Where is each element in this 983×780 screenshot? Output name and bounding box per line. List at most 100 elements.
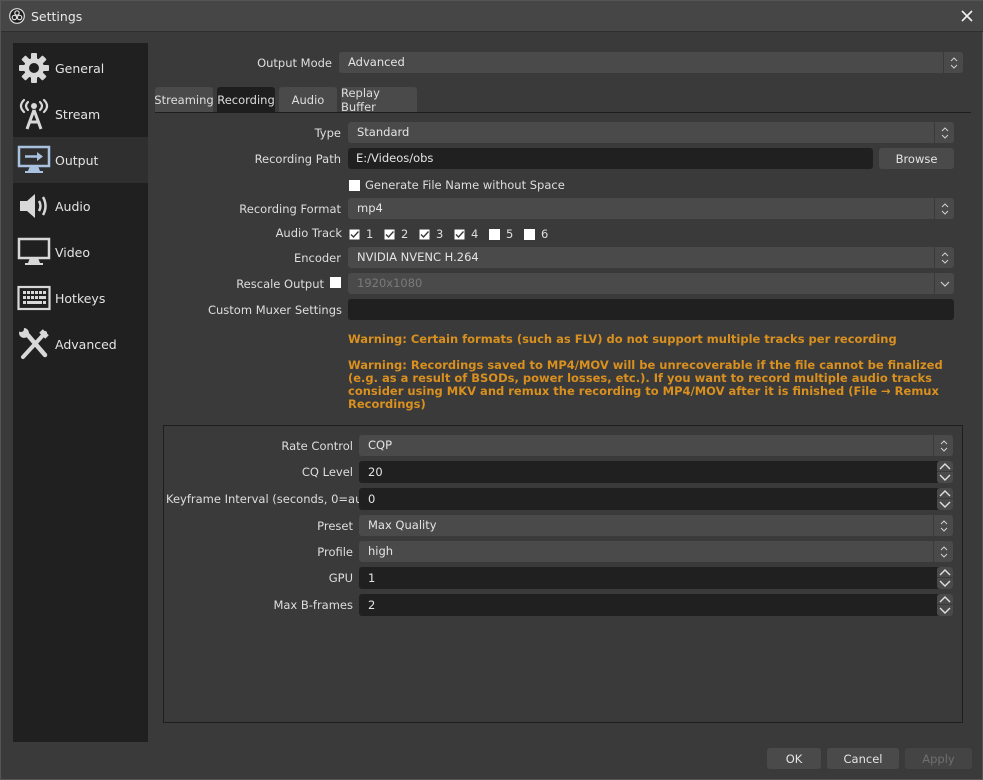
- checkbox-box[interactable]: [349, 179, 360, 191]
- browse-button[interactable]: Browse: [879, 148, 954, 169]
- type-value: Standard: [357, 125, 410, 139]
- updown-arrow-icon: [933, 515, 953, 536]
- sidebar-item-label: Advanced: [55, 336, 117, 352]
- tab-label: Replay Buffer: [341, 85, 380, 114]
- tab-label: Streaming: [154, 92, 214, 107]
- ok-button[interactable]: OK: [767, 748, 821, 769]
- cq-level-value: 20: [368, 465, 383, 479]
- type-label: Type: [314, 126, 341, 140]
- encoder-value: NVIDIA NVENC H.264: [357, 250, 479, 264]
- checkmark-icon: [349, 229, 360, 239]
- sidebar-item-stream[interactable]: Stream: [13, 91, 148, 137]
- checkbox-checked[interactable]: [349, 229, 360, 240]
- sidebar-item-output[interactable]: Output: [13, 137, 148, 183]
- apply-button[interactable]: Apply: [905, 748, 972, 769]
- checkbox-unchecked[interactable]: [524, 228, 535, 240]
- gpu-label: GPU: [328, 571, 353, 585]
- gpu-spinbox[interactable]: 1: [359, 567, 953, 589]
- checkbox-checked[interactable]: [384, 229, 395, 240]
- rate-control-select[interactable]: CQP: [359, 435, 953, 456]
- increment-button[interactable]: [937, 461, 953, 472]
- cq-level-spinbox[interactable]: 20: [359, 461, 953, 483]
- track-number: 1: [366, 227, 374, 241]
- track-number: 5: [506, 227, 514, 241]
- recording-format-select[interactable]: mp4: [348, 198, 954, 219]
- checkbox-label: Generate File Name without Space: [365, 178, 565, 192]
- custom-muxer-label: Custom Muxer Settings: [207, 303, 342, 317]
- sidebar-item-audio[interactable]: Audio: [13, 183, 148, 229]
- monitor-arrow-icon: [16, 142, 52, 178]
- sidebar-item-general[interactable]: General: [13, 45, 148, 91]
- increment-button[interactable]: [937, 567, 953, 578]
- audio-track-checkbox[interactable]: 2: [384, 227, 408, 241]
- recording-path-input[interactable]: E:/Videos/obs: [348, 148, 873, 169]
- output-mode-label: Output Mode: [257, 56, 332, 70]
- sidebar-item-label: Output: [55, 152, 99, 168]
- cq-level-label: CQ Level: [301, 465, 353, 479]
- sidebar: General Stream Output Audio Video Hotkey…: [13, 43, 148, 742]
- tab-streaming[interactable]: Streaming: [154, 87, 214, 112]
- rescale-output-checkbox[interactable]: [330, 277, 341, 288]
- profile-select[interactable]: high: [359, 541, 953, 562]
- audio-track-checkbox[interactable]: 4: [454, 227, 478, 241]
- audio-track-label: Audio Track: [275, 226, 342, 240]
- title-bar: Settings: [1, 1, 983, 32]
- updown-arrow-icon: [934, 198, 954, 219]
- checkmark-icon: [454, 229, 465, 239]
- recording-format-label: Recording Format: [239, 202, 341, 216]
- keyframe-interval-value: 0: [368, 492, 376, 506]
- tab-recording[interactable]: Recording: [217, 87, 275, 112]
- keyboard-icon: [16, 280, 52, 316]
- checkbox-unchecked[interactable]: [489, 228, 500, 240]
- custom-muxer-input[interactable]: [348, 299, 954, 320]
- audio-track-checkbox[interactable]: 6: [524, 227, 548, 241]
- increment-button[interactable]: [937, 594, 953, 605]
- updown-arrow-icon: [933, 541, 953, 562]
- encoder-select[interactable]: NVIDIA NVENC H.264: [348, 247, 954, 268]
- cancel-button[interactable]: Cancel: [827, 748, 899, 769]
- rescale-resolution-value: 1920x1080: [357, 276, 423, 290]
- speaker-icon: [16, 188, 52, 224]
- checkmark-icon: [384, 229, 395, 239]
- increment-button[interactable]: [937, 488, 953, 499]
- audio-track-checkbox[interactable]: 1: [349, 227, 373, 241]
- encoder-label: Encoder: [293, 251, 341, 265]
- sidebar-item-label: Stream: [55, 106, 101, 122]
- checkbox-checked[interactable]: [454, 229, 465, 240]
- warning-multiple-tracks: Warning: Certain formats (such as FLV) d…: [348, 332, 897, 346]
- tab-label: Recording: [217, 92, 275, 107]
- keyframe-interval-spinbox[interactable]: 0: [359, 488, 953, 510]
- sidebar-item-advanced[interactable]: Advanced: [13, 321, 148, 367]
- decrement-button[interactable]: [937, 472, 953, 483]
- profile-label: Profile: [317, 545, 353, 559]
- obs-logo-icon: [9, 8, 25, 24]
- recording-path-label: Recording Path: [254, 152, 341, 166]
- sidebar-item-label: Hotkeys: [55, 290, 106, 306]
- sidebar-item-hotkeys[interactable]: Hotkeys: [13, 275, 148, 321]
- keyframe-interval-label: Keyframe Interval (seconds, 0=auto): [166, 492, 379, 506]
- output-mode-select[interactable]: Advanced: [339, 52, 963, 73]
- audio-track-checkbox[interactable]: 3: [419, 227, 443, 241]
- updown-arrow-icon: [943, 52, 963, 73]
- preset-value: Max Quality: [368, 518, 437, 532]
- max-bframes-spinbox[interactable]: 2: [359, 594, 953, 616]
- audio-track-checkbox[interactable]: 5: [489, 227, 513, 241]
- preset-select[interactable]: Max Quality: [359, 515, 953, 536]
- decrement-button[interactable]: [937, 499, 953, 510]
- tools-icon: [16, 326, 52, 362]
- sidebar-item-video[interactable]: Video: [13, 229, 148, 275]
- preset-label: Preset: [317, 519, 353, 533]
- tab-divider: [155, 112, 971, 113]
- sidebar-item-label: Audio: [55, 198, 91, 214]
- sidebar-item-label: Video: [55, 244, 91, 260]
- output-mode-value: Advanced: [348, 55, 405, 69]
- decrement-button[interactable]: [937, 578, 953, 589]
- type-select[interactable]: Standard: [348, 122, 954, 143]
- tab-replay-buffer[interactable]: Replay Buffer: [341, 85, 417, 114]
- checkbox-checked[interactable]: [419, 229, 430, 240]
- tab-audio[interactable]: Audio: [279, 87, 337, 112]
- tab-label: Audio: [291, 92, 325, 107]
- generate-no-space-checkbox[interactable]: Generate File Name without Space: [349, 178, 565, 192]
- decrement-button[interactable]: [937, 605, 953, 616]
- close-icon[interactable]: [958, 7, 976, 25]
